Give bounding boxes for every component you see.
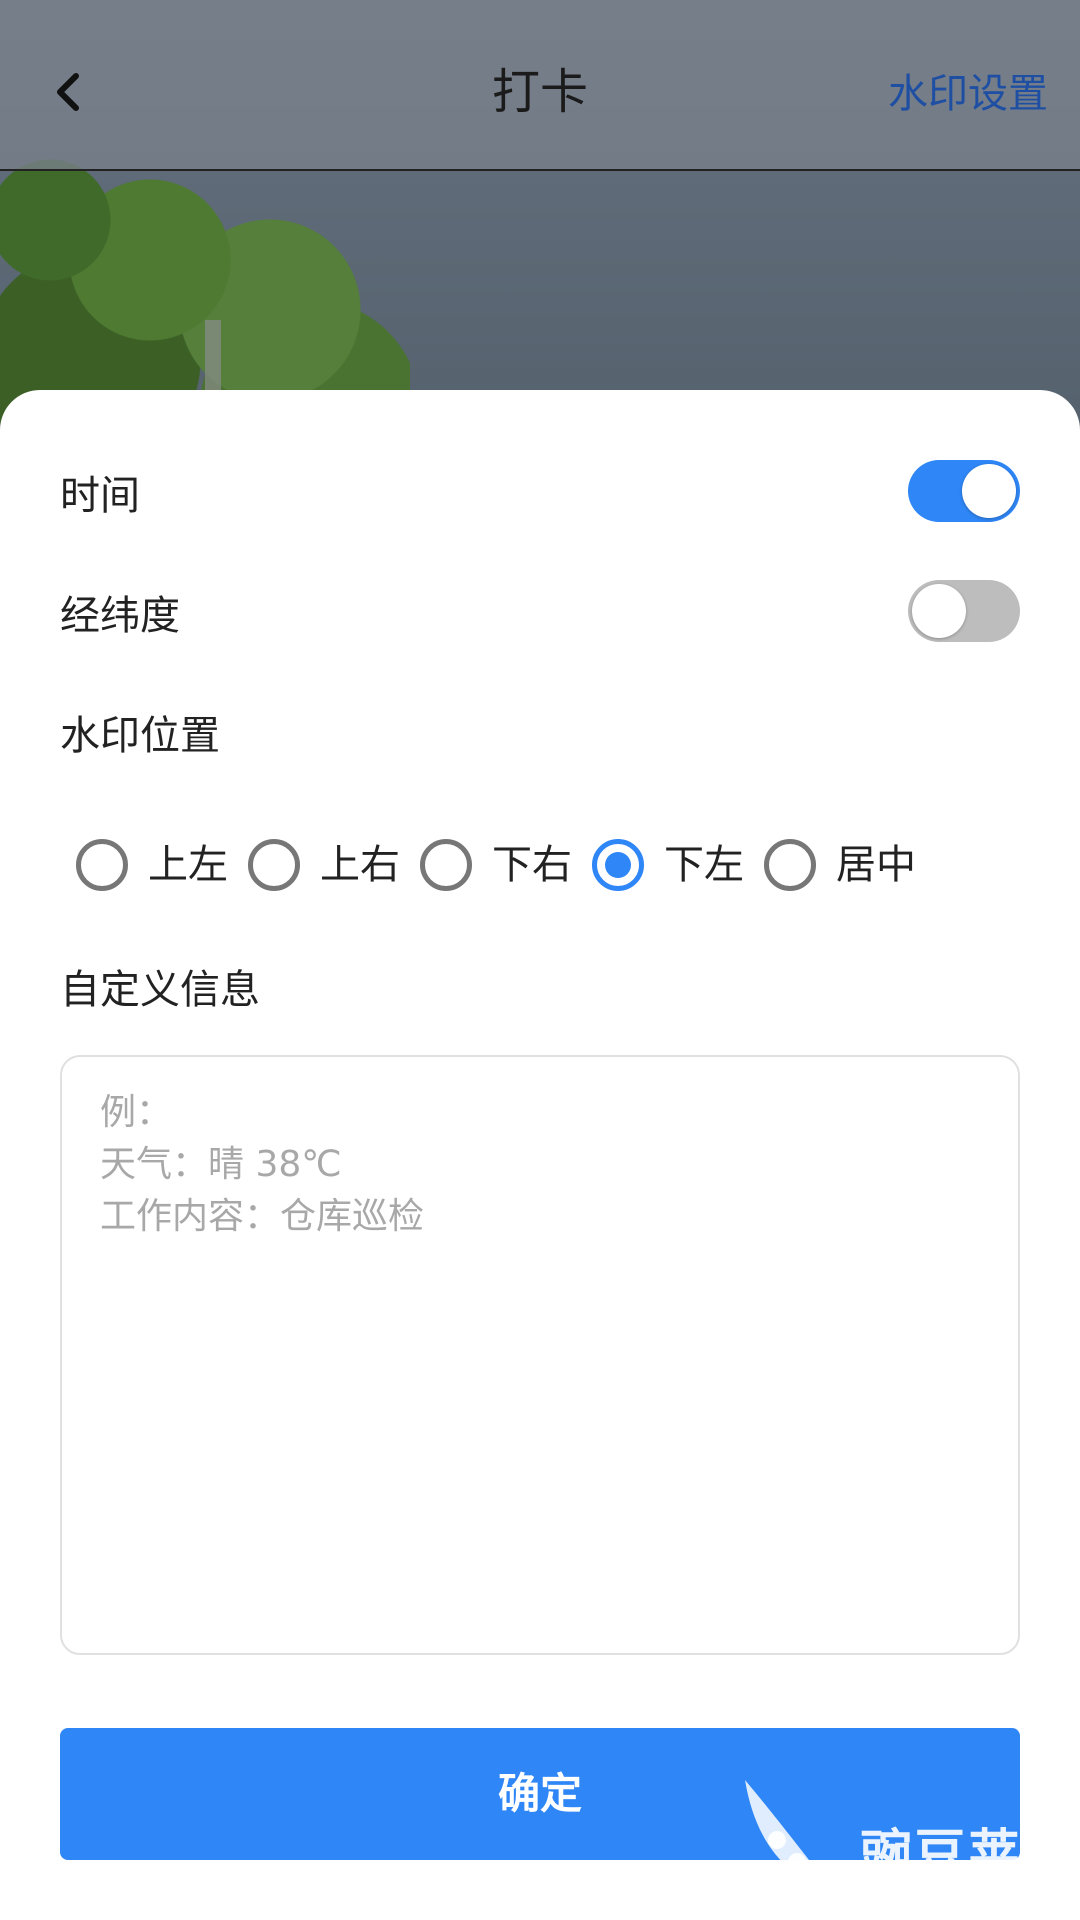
radio-label: 居中 — [836, 842, 916, 888]
confirm-button[interactable]: 确定 — [60, 1728, 1020, 1860]
placeholder-line: 天气：晴 38℃ — [100, 1144, 342, 1185]
watermark-settings-link[interactable]: 水印设置 — [888, 66, 1048, 122]
radio-checked-icon — [592, 839, 644, 891]
radio-label: 上右 — [320, 842, 400, 888]
watermark-settings-sheet: 时间 经纬度 水印位置 上左 上右 下右 下左 居中 自定义信息 例： 天气：晴… — [0, 390, 1080, 1920]
radio-icon — [420, 839, 472, 891]
time-label: 时间 — [60, 473, 140, 519]
radio-option-top-right[interactable]: 上右 — [248, 837, 400, 893]
radio-icon — [764, 839, 816, 891]
radio-label: 下右 — [492, 842, 572, 888]
toggle-knob — [912, 584, 966, 638]
custom-info-textarea[interactable]: 例： 天气：晴 38℃ 工作内容：仓库巡检 — [60, 1055, 1020, 1655]
watermark-position-label: 水印位置 — [60, 713, 220, 759]
radio-icon — [76, 839, 128, 891]
radio-icon — [248, 839, 300, 891]
radio-label: 下左 — [664, 842, 744, 888]
position-radio-group: 上左 上右 下右 下左 居中 — [76, 830, 936, 900]
placeholder-line: 例： — [100, 1092, 173, 1133]
coordinates-label: 经纬度 — [60, 593, 180, 639]
radio-option-top-left[interactable]: 上左 — [76, 837, 228, 893]
toggle-knob — [962, 464, 1016, 518]
radio-option-center[interactable]: 居中 — [764, 837, 916, 893]
placeholder-line: 工作内容：仓库巡检 — [100, 1196, 425, 1237]
coordinates-toggle[interactable] — [908, 580, 1020, 642]
time-toggle[interactable] — [908, 460, 1020, 522]
top-bar: 打卡 水印设置 — [0, 0, 1080, 171]
radio-option-bottom-right[interactable]: 下右 — [420, 837, 572, 893]
radio-label: 上左 — [148, 842, 228, 888]
custom-info-label: 自定义信息 — [60, 967, 260, 1013]
radio-option-bottom-left[interactable]: 下左 — [592, 837, 744, 893]
